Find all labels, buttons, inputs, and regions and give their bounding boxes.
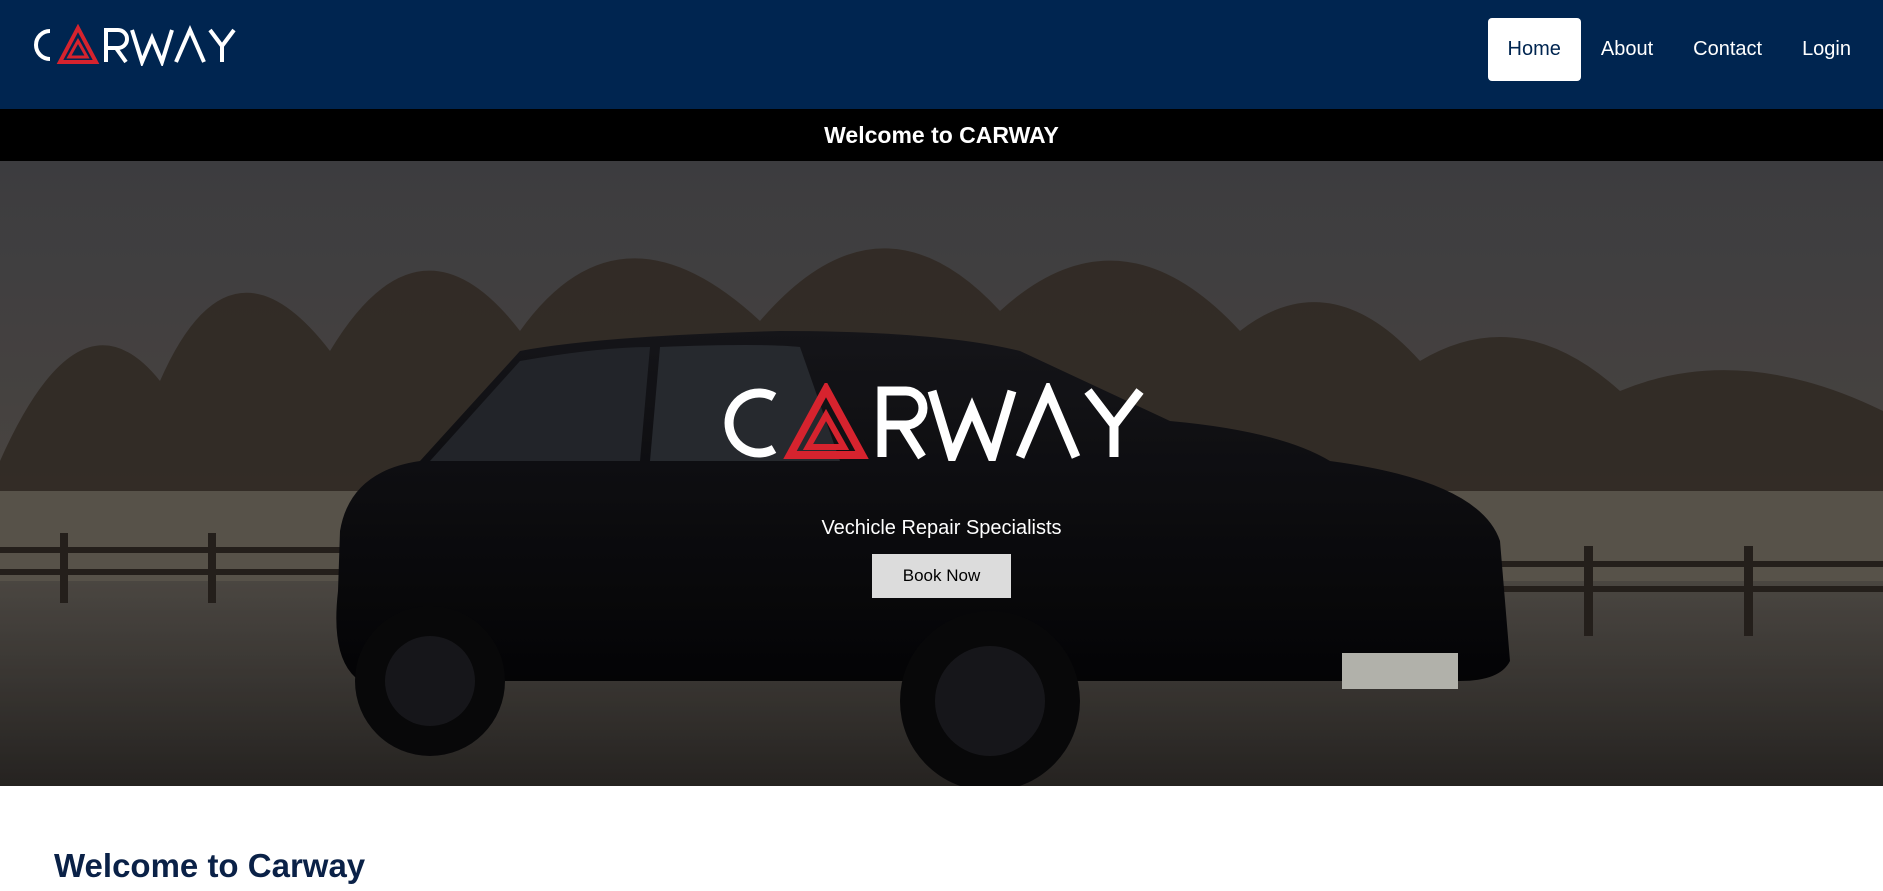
nav-home-link[interactable]: Home [1487, 18, 1581, 81]
hero-tagline: Vechicle Repair Specialists [821, 517, 1062, 539]
hero-background-image [0, 161, 1883, 786]
hero-carway-logo [722, 383, 1162, 461]
book-now-button[interactable]: Book Now [872, 554, 1011, 598]
top-navbar: Home About Contact Login [0, 0, 1883, 109]
nav-about-link[interactable]: About [1581, 18, 1673, 81]
main-heading: Welcome to Carway [54, 847, 366, 884]
nav-login-link[interactable]: Login [1782, 18, 1871, 81]
carway-logo[interactable] [26, 24, 248, 66]
welcome-banner: Welcome to CARWAY [0, 109, 1883, 161]
nav-contact-link[interactable]: Contact [1673, 18, 1782, 81]
nav-menu: Home About Contact Login [1487, 18, 1883, 81]
hero-section: Vechicle Repair Specialists Book Now [0, 161, 1883, 786]
